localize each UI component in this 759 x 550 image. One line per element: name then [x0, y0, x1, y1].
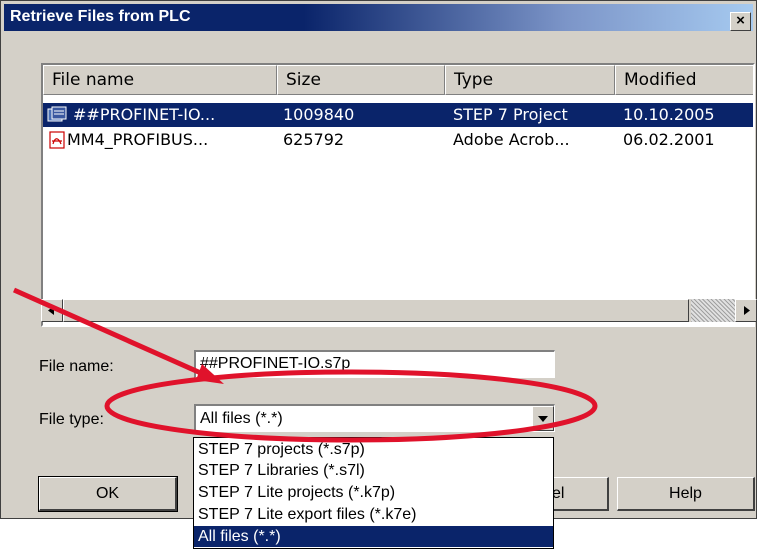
scroll-left-button[interactable] [41, 299, 63, 322]
file-name-cell: ##PROFINET-IO... [73, 105, 216, 124]
list-item[interactable]: MM4_PROFIBUS... 625792 Adobe Acrob... 06… [43, 128, 753, 152]
file-type-cell: Adobe Acrob... [453, 130, 570, 149]
title-bar[interactable]: Retrieve Files from PLC [4, 4, 753, 31]
close-button[interactable]: × [730, 12, 751, 31]
chevron-down-icon [538, 416, 548, 422]
file-type-label: File type: [39, 411, 104, 428]
column-header-file-name[interactable]: File name [43, 65, 277, 95]
file-type-cell: STEP 7 Project [453, 105, 568, 124]
dropdown-option[interactable]: STEP 7 projects (*.s7p) [194, 439, 553, 460]
scroll-thumb[interactable] [63, 299, 689, 322]
file-type-dropdown-list[interactable]: STEP 7 projects (*.s7p) STEP 7 Libraries… [193, 437, 554, 549]
file-type-combobox[interactable]: All files (*.*) [194, 404, 555, 432]
column-header-modified[interactable]: Modified [615, 65, 753, 95]
step7-project-icon [47, 106, 67, 122]
close-icon: × [736, 12, 745, 29]
arrow-left-icon [48, 306, 54, 315]
file-size-cell: 625792 [283, 130, 345, 149]
pdf-icon [49, 131, 65, 149]
file-size-cell: 1009840 [283, 105, 355, 124]
arrow-right-icon [744, 306, 750, 315]
file-name-field[interactable]: ##PROFINET-IO.s7p [194, 350, 555, 378]
dropdown-option[interactable]: STEP 7 Lite projects (*.k7p) [194, 482, 553, 503]
dropdown-option[interactable]: STEP 7 Libraries (*.s7l) [194, 460, 553, 481]
ok-button[interactable]: OK [38, 476, 178, 512]
dropdown-option-selected[interactable]: All files (*.*) [194, 526, 553, 547]
horizontal-scrollbar[interactable] [41, 299, 757, 322]
dropdown-option[interactable]: STEP 7 Lite export files (*.k7e) [194, 504, 553, 525]
scroll-right-button[interactable] [735, 299, 757, 322]
file-type-value: All files (*.*) [200, 410, 283, 427]
column-header-size[interactable]: Size [277, 65, 445, 95]
dialog-title: Retrieve Files from PLC [10, 8, 191, 25]
help-button[interactable]: Help [617, 477, 755, 511]
file-name-cell: MM4_PROFIBUS... [67, 130, 209, 149]
file-list[interactable]: File name Size Type Modified ##PROFINET-… [41, 63, 755, 327]
file-type-dropdown-button[interactable] [532, 406, 554, 431]
file-modified-cell: 10.10.2005 [623, 105, 715, 124]
file-modified-cell: 06.02.2001 [623, 130, 715, 149]
file-name-value: ##PROFINET-IO.s7p [200, 355, 351, 372]
file-name-label: File name: [39, 358, 114, 375]
list-item[interactable]: ##PROFINET-IO... 1009840 STEP 7 Project … [43, 103, 753, 127]
column-header-type[interactable]: Type [445, 65, 615, 95]
scroll-track[interactable] [691, 299, 735, 322]
